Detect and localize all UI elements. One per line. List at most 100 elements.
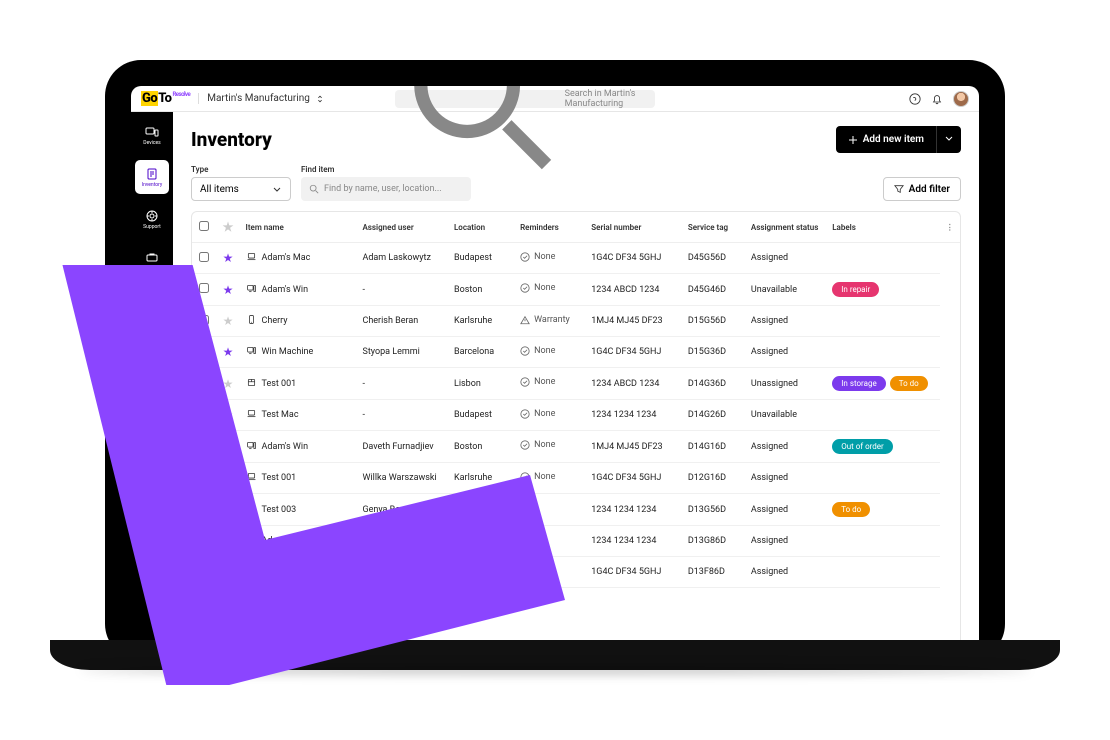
device-icon: [246, 283, 257, 297]
column-header[interactable]: Labels: [826, 212, 939, 243]
assigned-user-cell: Daveth Furnadjiev: [356, 431, 448, 463]
helpdesk-icon: [145, 251, 159, 265]
sidebar-item-support[interactable]: Support: [135, 202, 169, 236]
label-pill: Out of order: [832, 439, 893, 454]
sidebar-item-inventory[interactable]: Inventory: [135, 160, 169, 194]
column-header[interactable]: Assigned user: [356, 212, 448, 243]
serial-cell: 1234 1234 1234: [585, 494, 682, 526]
find-item-input[interactable]: Find by name, user, location...: [301, 177, 471, 201]
label-pill: To do: [890, 376, 928, 391]
star-toggle[interactable]: ★: [223, 345, 234, 359]
row-checkbox[interactable]: [199, 440, 209, 450]
chevron-down-icon: [272, 184, 282, 194]
table-row[interactable]: ★Test 003Genya Bezuidenhout...Munich1234…: [192, 494, 960, 526]
column-header[interactable]: Item name: [240, 212, 357, 243]
row-checkbox[interactable]: [199, 566, 209, 576]
search-icon: [309, 184, 319, 194]
remote-icon: [145, 290, 159, 304]
global-search[interactable]: Search in Martin's Manufacturing: [395, 90, 655, 108]
avatar[interactable]: [953, 91, 969, 107]
location-cell: Munich: [448, 494, 514, 526]
star-toggle[interactable]: ★: [223, 503, 234, 517]
add-filter-button[interactable]: Add filter: [883, 177, 961, 201]
add-new-item-button[interactable]: Add new item: [836, 126, 936, 153]
device-icon: [246, 408, 257, 422]
type-select[interactable]: All items: [191, 177, 291, 201]
table-row[interactable]: ★Adam's PhoneDavid A1234 1234 1234D13G86…: [192, 526, 960, 557]
row-checkbox[interactable]: [199, 377, 209, 387]
table-row[interactable]: ★Test 001-LisbonNone1234 ABCD 1234D14G36…: [192, 368, 960, 400]
column-header[interactable]: Service tag: [682, 212, 745, 243]
bell-icon[interactable]: [931, 93, 943, 105]
column-header[interactable]: Location: [448, 212, 514, 243]
star-toggle[interactable]: ★: [223, 283, 234, 297]
row-checkbox[interactable]: [199, 315, 209, 325]
row-checkbox[interactable]: [199, 283, 209, 293]
star-toggle[interactable]: ★: [223, 314, 234, 328]
status-cell: Assigned: [745, 557, 826, 588]
devices-icon: [145, 125, 159, 139]
table-row[interactable]: ★CherryCherish BeranKarlsruheWarranty1MJ…: [192, 306, 960, 337]
row-checkbox[interactable]: [199, 535, 209, 545]
serial-cell: 1G4C DF34 5GHJ: [585, 243, 682, 274]
star-toggle[interactable]: ★: [223, 534, 234, 548]
serial-cell: 1234 1234 1234: [585, 400, 682, 431]
sidebar-item-devices[interactable]: Devices: [135, 118, 169, 152]
assigned-user-cell: -: [356, 400, 448, 431]
row-checkbox[interactable]: [199, 409, 209, 419]
add-new-group: Add new item: [836, 126, 961, 153]
sidebar-item-reporting[interactable]: Reporting: [135, 328, 169, 362]
row-checkbox[interactable]: [199, 346, 209, 356]
item-name-cell: Cherry: [246, 314, 288, 328]
org-selector[interactable]: Martin's Manufacturing: [198, 93, 324, 104]
serial-cell: 1234 1234 1234: [585, 526, 682, 557]
reporting-icon: [145, 335, 159, 349]
device-icon: [246, 534, 257, 548]
sidebar-item-remote-execution[interactable]: Remote Execution: [135, 286, 169, 320]
service-tag-cell: D13G56D: [682, 494, 745, 526]
star-toggle[interactable]: ★: [223, 377, 234, 391]
row-checkbox[interactable]: [199, 503, 209, 513]
column-header[interactable]: Assignment status: [745, 212, 826, 243]
app-screen: GoToResolve Martin's Manufacturing Searc…: [131, 86, 979, 660]
inventory-table: ★ Item nameAssigned userLocationReminders…: [191, 211, 961, 660]
table-row[interactable]: ★Test Mac-BudapestNone1234 1234 1234D14G…: [192, 400, 960, 431]
column-header[interactable]: Serial number: [585, 212, 682, 243]
chevron-updown-icon: [316, 95, 324, 103]
row-checkbox[interactable]: [199, 472, 209, 482]
label-pill: To do: [832, 502, 870, 517]
reminder-cell: None: [520, 346, 555, 356]
location-cell: Lisbon: [448, 368, 514, 400]
sidebar-item-helpdesk[interactable]: Helpdesk: [135, 244, 169, 278]
table-row[interactable]: ★Adam's Win-BostonNone1234 ABCD 1234D45G…: [192, 274, 960, 306]
column-header[interactable]: Reminders: [514, 212, 585, 243]
add-new-dropdown-button[interactable]: [936, 126, 961, 153]
row-checkbox[interactable]: [199, 252, 209, 262]
star-toggle[interactable]: ★: [223, 471, 234, 485]
assigned-user-cell: Genya Bezuidenhout...: [356, 494, 448, 526]
help-icon[interactable]: [909, 93, 921, 105]
star-toggle[interactable]: ★: [223, 251, 234, 265]
column-menu-icon[interactable]: ⋮: [946, 223, 954, 232]
star-toggle[interactable]: ★: [223, 440, 234, 454]
topbar-right: [909, 91, 969, 107]
assigned-user-cell: -: [356, 274, 448, 306]
device-icon: [246, 377, 257, 391]
org-name: Martin's Manufacturing: [207, 93, 310, 104]
labels-cell: [826, 400, 939, 431]
serial-cell: 1234 ABCD 1234: [585, 368, 682, 400]
plus-icon: [848, 135, 858, 145]
labels-cell: In storageTo do: [826, 368, 939, 400]
table-row[interactable]: ★Adam's MacAdam LaskowytzBudapestNone1G4…: [192, 243, 960, 274]
search-icon: [401, 86, 560, 178]
table-row[interactable]: ★Win MachineStyopa LemmiBarcelonaNone1G4…: [192, 337, 960, 368]
table-row[interactable]: ★Adam's WinDaveth FurnadjievBostonNone1M…: [192, 431, 960, 463]
status-cell: Assigned: [745, 463, 826, 494]
item-name-cell: Adam's Win: [246, 440, 309, 454]
table-row[interactable]: ★Test 001Willka WarszawskiKarlsruheNone1…: [192, 463, 960, 494]
item-name-cell: Win Machine: [246, 345, 314, 359]
star-toggle[interactable]: ★: [223, 565, 234, 579]
star-toggle[interactable]: ★: [223, 408, 234, 422]
table-row[interactable]: ★1G4C DF34 5GHJD13F86DAssigned: [192, 557, 960, 588]
select-all-checkbox[interactable]: [199, 221, 209, 231]
